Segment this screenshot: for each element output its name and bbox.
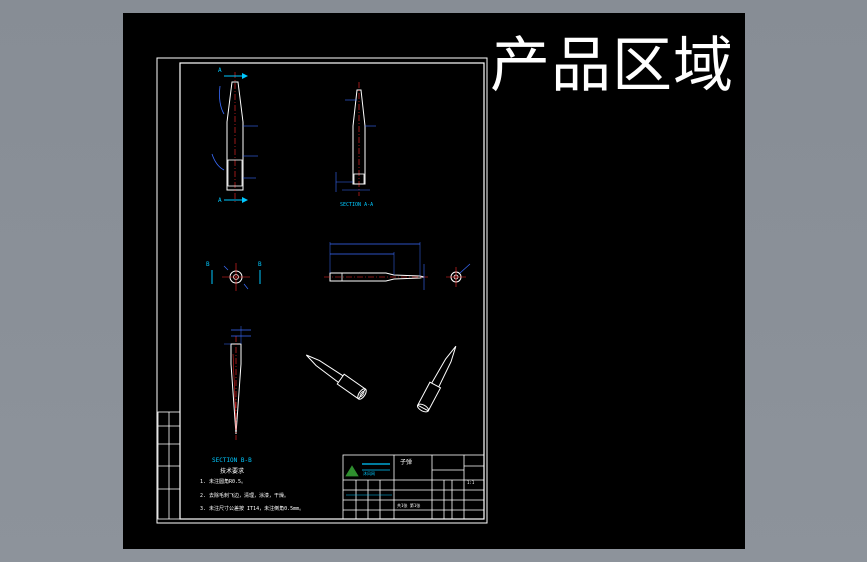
drawing-frame — [179, 62, 485, 520]
note-2: 2. 去除毛刺飞边，清理，涂漆，干燥。 — [200, 493, 290, 499]
view-section-aa — [335, 82, 376, 196]
view-side-horizontal — [324, 242, 428, 290]
note-3: 3. 未注尺寸公差按 IT14，未注倒角0.5mm。 — [200, 506, 305, 512]
cad-viewport[interactable]: 产品区域 SECTION A-A SECTION B-B A A B B 技术要… — [0, 0, 867, 562]
title-block-sheet: 共1张 第1张 — [397, 503, 421, 508]
view-section-bb — [224, 326, 251, 440]
title-block-part-name: 子弹 — [400, 459, 413, 466]
revision-strip — [157, 411, 181, 520]
section-aa-label: SECTION A-A — [340, 202, 374, 208]
section-letter-b-left: B — [206, 261, 210, 268]
section-letter-a-bottom: A — [218, 197, 222, 204]
watermark-title: 产品区域 — [490, 31, 734, 101]
drawing-canvas[interactable]: 产品区域 SECTION A-A SECTION B-B A A B B 技术要… — [123, 13, 745, 549]
view-end-left — [211, 263, 261, 291]
section-letter-b-right: B — [258, 261, 262, 268]
section-bb-label: SECTION B-B — [212, 457, 252, 464]
view-end-right — [446, 263, 471, 287]
view-isometric-2 — [417, 345, 457, 413]
sheet-border — [156, 57, 488, 524]
view-isometric-1 — [305, 354, 367, 400]
title-block-brand: 沐风网 — [363, 471, 375, 476]
view-front — [211, 72, 258, 204]
notes-heading: 技术要求 — [220, 468, 245, 475]
title-block — [342, 454, 485, 520]
note-1: 1. 未注圆角R0.5。 — [200, 479, 247, 485]
title-block-scale: 1:1 — [467, 480, 475, 485]
section-letter-a-top: A — [218, 67, 222, 74]
